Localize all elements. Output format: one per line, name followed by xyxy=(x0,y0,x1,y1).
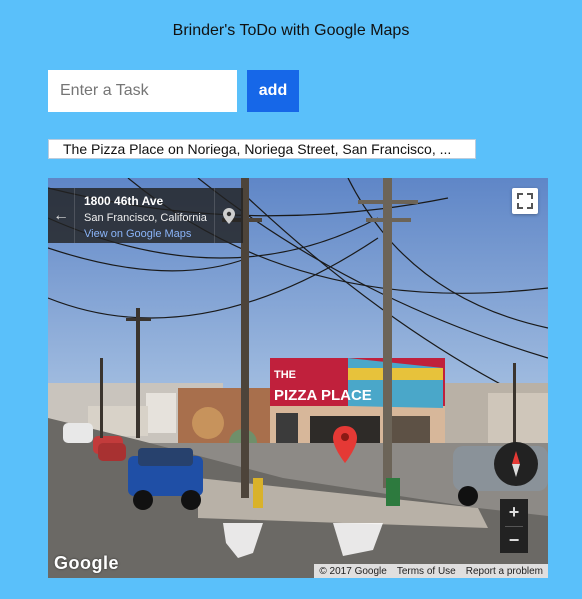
google-logo: Google xyxy=(54,553,119,573)
arrow-left-icon[interactable]: ← xyxy=(48,188,75,243)
fullscreen-button[interactable] xyxy=(512,188,538,214)
city-text: San Francisco, California xyxy=(84,212,207,224)
address-text: 1800 46th Ave xyxy=(84,194,164,208)
compass-icon xyxy=(512,451,520,477)
compass-button[interactable] xyxy=(494,442,538,486)
task-input[interactable] xyxy=(48,70,237,112)
report-problem-link[interactable]: Report a problem xyxy=(461,566,548,577)
sign-text-line1: THE xyxy=(274,369,296,381)
map-pin-icon[interactable] xyxy=(214,188,243,243)
fullscreen-icon xyxy=(517,193,533,209)
sign-text-line2: PIZZA PLACE xyxy=(274,387,372,404)
zoom-control: + − xyxy=(500,499,528,553)
copyright-text: © 2017 Google xyxy=(319,565,387,577)
zoom-in-button[interactable]: + xyxy=(500,499,528,526)
map-footer: © 2017 Google Terms of Use Report a prob… xyxy=(314,564,548,578)
page-title: Brinder's ToDo with Google Maps xyxy=(172,22,410,39)
task-item[interactable]: The Pizza Place on Noriega, Noriega Stre… xyxy=(48,139,476,159)
add-button[interactable]: add xyxy=(247,70,299,112)
street-view-info-card: ← 1800 46th Ave San Francisco, Californi… xyxy=(48,188,243,243)
zoom-out-button[interactable]: − xyxy=(500,527,528,554)
view-on-google-maps-link[interactable]: View on Google Maps xyxy=(84,228,207,240)
street-view-panel[interactable]: THE PIZZA PLACE ← 1800 46th Ave San Fran… xyxy=(48,178,548,578)
terms-of-use-link[interactable]: Terms of Use xyxy=(392,566,461,577)
